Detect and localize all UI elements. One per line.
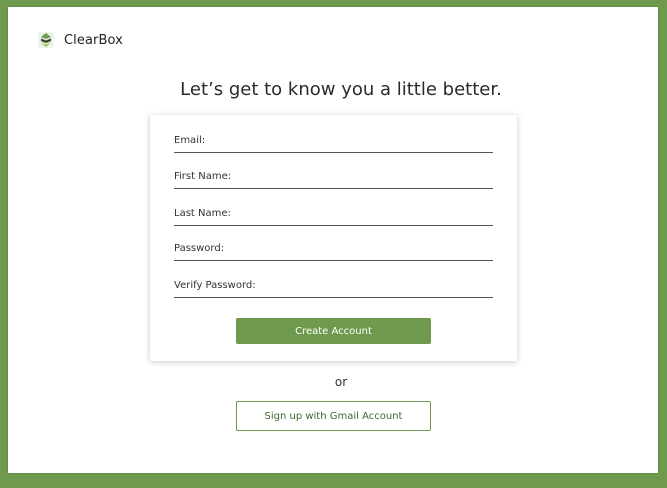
email-input[interactable] xyxy=(209,135,493,146)
first-name-field[interactable]: First Name: xyxy=(174,163,493,189)
signup-page: ClearBox Let’s get to know you a little … xyxy=(8,7,658,473)
password-field[interactable]: Password: xyxy=(174,235,493,261)
verify-password-field[interactable]: Verify Password: xyxy=(174,272,493,298)
brand: ClearBox xyxy=(36,30,123,50)
first-name-label: First Name: xyxy=(174,171,232,182)
email-label: Email: xyxy=(174,135,206,146)
gmail-signup-button[interactable]: Sign up with Gmail Account xyxy=(236,401,431,431)
password-input[interactable] xyxy=(228,243,493,254)
first-name-input[interactable] xyxy=(235,171,493,182)
create-account-button[interactable]: Create Account xyxy=(236,318,431,344)
page-title: Let’s get to know you a little better. xyxy=(180,79,502,100)
last-name-field[interactable]: Last Name: xyxy=(174,200,493,226)
clearbox-logo-icon xyxy=(38,32,54,48)
last-name-label: Last Name: xyxy=(174,208,231,219)
password-label: Password: xyxy=(174,243,225,254)
email-field[interactable]: Email: xyxy=(174,127,493,153)
or-divider-text: or xyxy=(334,375,348,389)
last-name-input[interactable] xyxy=(234,208,493,219)
verify-password-label: Verify Password: xyxy=(174,280,256,291)
brand-name: ClearBox xyxy=(64,32,123,48)
signup-form-card: Email: First Name: Last Name: Password: … xyxy=(150,115,517,361)
verify-password-input[interactable] xyxy=(259,280,493,291)
